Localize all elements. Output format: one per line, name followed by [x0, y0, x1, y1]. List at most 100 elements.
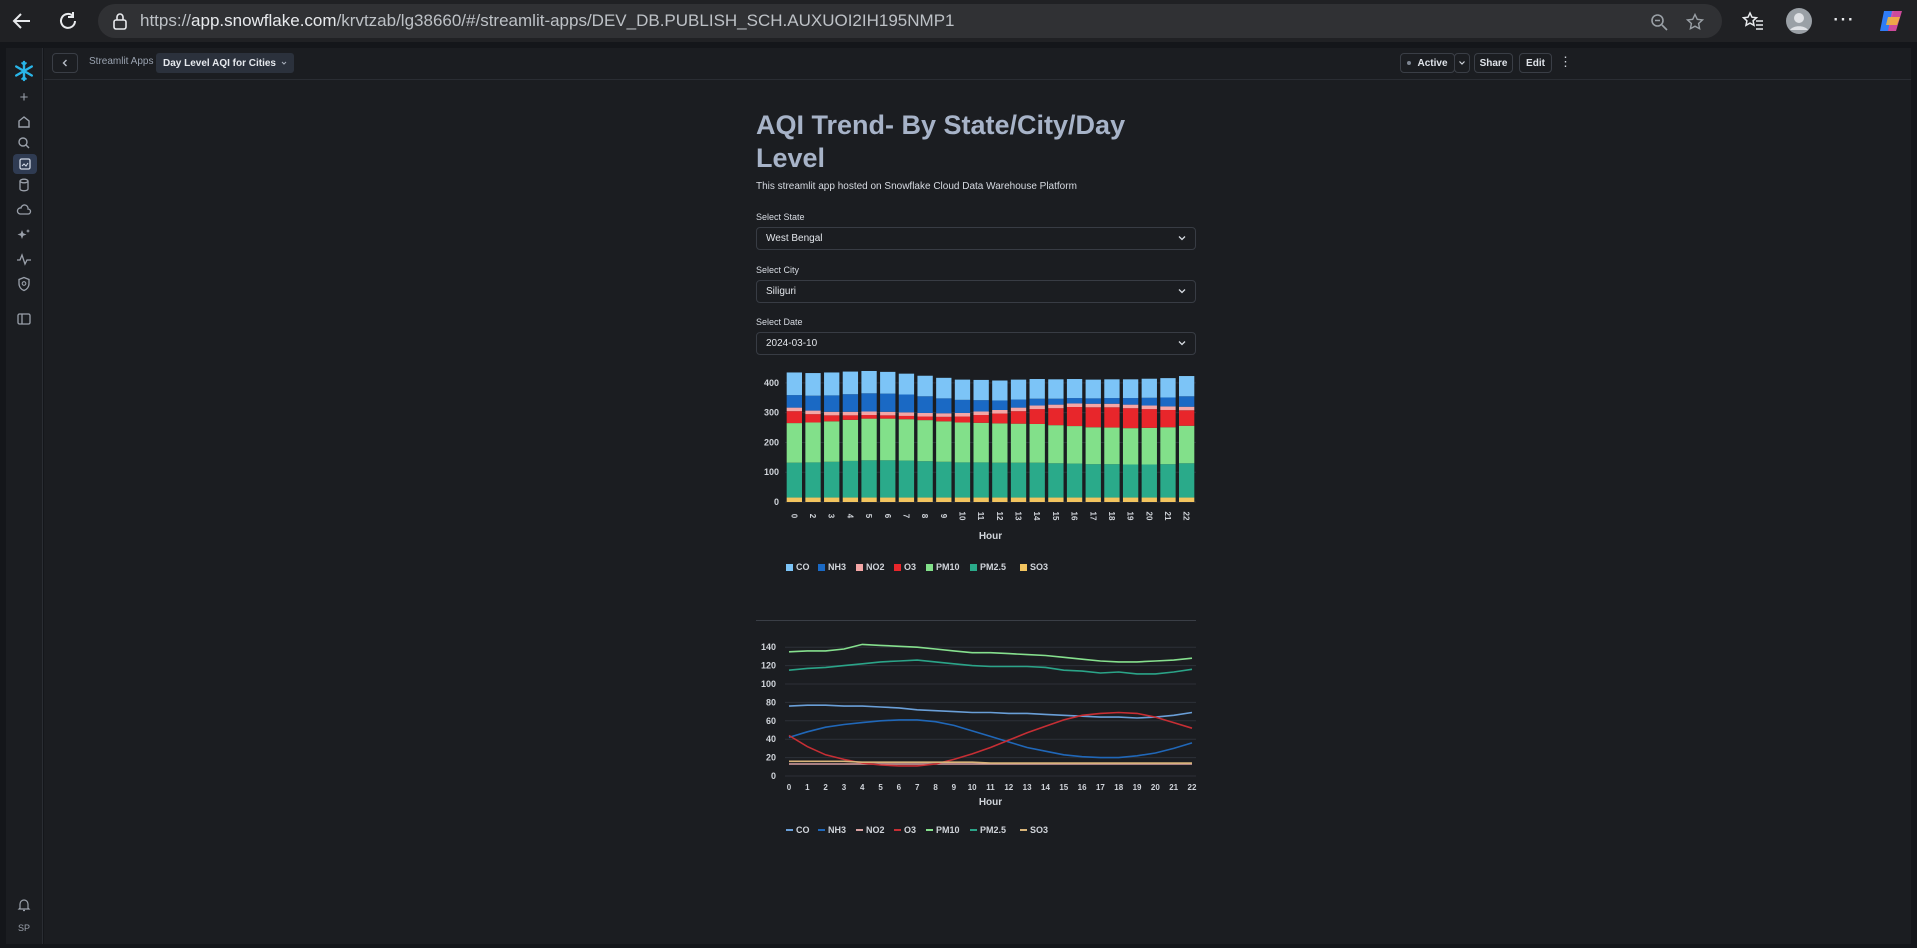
legend-label: PM2.5 — [980, 825, 1006, 835]
x-tick-label: 9 — [952, 783, 957, 792]
bar-segment-pm25 — [1141, 464, 1157, 498]
x-tick-label: 18 — [1114, 783, 1123, 792]
legend-label: NH3 — [828, 825, 846, 835]
legend-swatch — [1020, 564, 1027, 571]
bar-segment-no2 — [1048, 404, 1064, 409]
bar-segment-pm10 — [1178, 425, 1195, 464]
bar-segment-pm25 — [861, 460, 877, 498]
snowflake-logo-icon[interactable] — [13, 60, 35, 82]
city-select[interactable]: Siliguri — [756, 280, 1196, 303]
date-value: 2024-03-10 — [766, 338, 818, 349]
x-tick-label: 17 — [1088, 512, 1097, 521]
line-series-co — [788, 704, 1193, 719]
notification-bell-icon[interactable] — [16, 897, 32, 913]
bar-segment-o3 — [1104, 407, 1120, 428]
bar-segment-so3 — [936, 497, 952, 502]
bar-segment-pm10 — [954, 422, 971, 463]
bar-segment-pm10 — [842, 419, 859, 461]
x-tick-label: 13 — [1014, 512, 1023, 521]
reload-icon[interactable] — [48, 0, 88, 42]
y-tick-label: 0 — [774, 497, 779, 507]
bar-segment-nh3 — [954, 399, 971, 413]
y-tick-label: 60 — [766, 716, 776, 726]
chevron-down-icon — [1178, 289, 1186, 294]
bar-segment-so3 — [1010, 497, 1027, 502]
date-select[interactable]: 2024-03-10 — [756, 332, 1196, 355]
bar-segment-so3 — [805, 497, 821, 502]
x-tick-label: 6 — [883, 514, 892, 519]
bar-segment-so3 — [1141, 497, 1157, 502]
projects-icon[interactable] — [13, 154, 37, 174]
url-host: app.snowflake.com — [191, 11, 337, 30]
copilot-icon[interactable] — [1878, 7, 1906, 35]
address-bar[interactable]: https://app.snowflake.com/krvtzab/lg3866… — [98, 4, 1722, 38]
ai-sparkle-icon[interactable] — [16, 227, 32, 243]
bar-segment-no2 — [1178, 406, 1195, 411]
favorites-icon[interactable] — [1742, 10, 1764, 32]
legend-label: NO2 — [866, 825, 885, 835]
bar-segment-co — [917, 375, 933, 397]
bar-segment-no2 — [1085, 403, 1101, 408]
bar-segment-o3 — [861, 415, 877, 419]
legend-label: CO — [796, 562, 810, 572]
favorite-star-icon[interactable] — [1686, 13, 1704, 31]
url-path: /krvtzab/lg38660/#/streamlit-apps/DEV_DB… — [336, 11, 955, 30]
activity-icon[interactable] — [16, 251, 32, 267]
zoom-icon[interactable] — [1650, 13, 1668, 31]
legend-label: O3 — [904, 825, 916, 835]
bar-segment-pm25 — [1010, 462, 1027, 498]
bar-segment-co — [992, 380, 1008, 401]
x-tick-label: 15 — [1059, 783, 1068, 792]
x-tick-label: 14 — [1032, 512, 1041, 521]
x-tick-label: 18 — [1107, 512, 1116, 521]
x-tick-label: 6 — [897, 783, 902, 792]
home-icon[interactable] — [16, 114, 32, 130]
site-info-icon[interactable] — [112, 12, 128, 30]
cloud-icon[interactable] — [16, 202, 32, 218]
bar-segment-co — [1141, 378, 1157, 398]
bar-segment-so3 — [1178, 497, 1195, 502]
y-tick-label: 40 — [766, 734, 776, 744]
bar-segment-o3 — [936, 416, 952, 422]
back-arrow-icon[interactable] — [2, 0, 42, 42]
legend-label: SO3 — [1030, 562, 1048, 572]
bar-segment-nh3 — [973, 400, 989, 412]
bar-segment-nh3 — [1104, 398, 1120, 404]
user-avatar[interactable]: SP — [12, 918, 36, 938]
legend-swatch — [926, 564, 933, 571]
legend-swatch — [786, 564, 793, 571]
bar-segment-co — [786, 372, 803, 396]
y-tick-label: 80 — [766, 697, 776, 707]
state-select[interactable]: West Bengal — [756, 227, 1196, 250]
bar-segment-so3 — [880, 497, 896, 502]
bar-segment-no2 — [842, 411, 859, 416]
bar-segment-pm25 — [917, 461, 933, 498]
bar-segment-no2 — [973, 411, 989, 416]
x-tick-label: 7 — [915, 783, 920, 792]
database-icon[interactable] — [16, 177, 32, 193]
x-tick-label: 20 — [1151, 783, 1160, 792]
line-series-so3 — [789, 760, 1192, 764]
x-tick-label: 5 — [864, 514, 873, 519]
bar-segment-o3 — [1122, 408, 1139, 429]
page-subtitle: This streamlit app hosted on Snowflake C… — [756, 181, 1077, 192]
more-menu-icon[interactable]: ⋯ — [1832, 6, 1855, 32]
bar-segment-nh3 — [898, 394, 915, 413]
search-icon[interactable] — [16, 135, 32, 151]
shield-icon[interactable] — [16, 276, 32, 292]
x-tick-label: 13 — [1023, 783, 1032, 792]
bar-segment-so3 — [1085, 497, 1101, 502]
x-tick-label: 2 — [808, 514, 817, 519]
bar-segment-pm10 — [917, 420, 933, 462]
sidebar-toggle-icon[interactable] — [16, 311, 32, 327]
profile-avatar-icon[interactable] — [1786, 8, 1812, 34]
x-tick-label: 16 — [1070, 512, 1079, 521]
bar-segment-co — [1122, 379, 1139, 399]
create-plus-icon[interactable]: + — [16, 89, 32, 106]
chevron-down-icon — [1178, 236, 1186, 241]
bar-segment-no2 — [1122, 404, 1139, 409]
bar-segment-pm25 — [936, 461, 952, 498]
y-tick-label: 120 — [761, 661, 776, 671]
bar-segment-co — [936, 377, 952, 399]
bar-segment-no2 — [1141, 405, 1157, 410]
